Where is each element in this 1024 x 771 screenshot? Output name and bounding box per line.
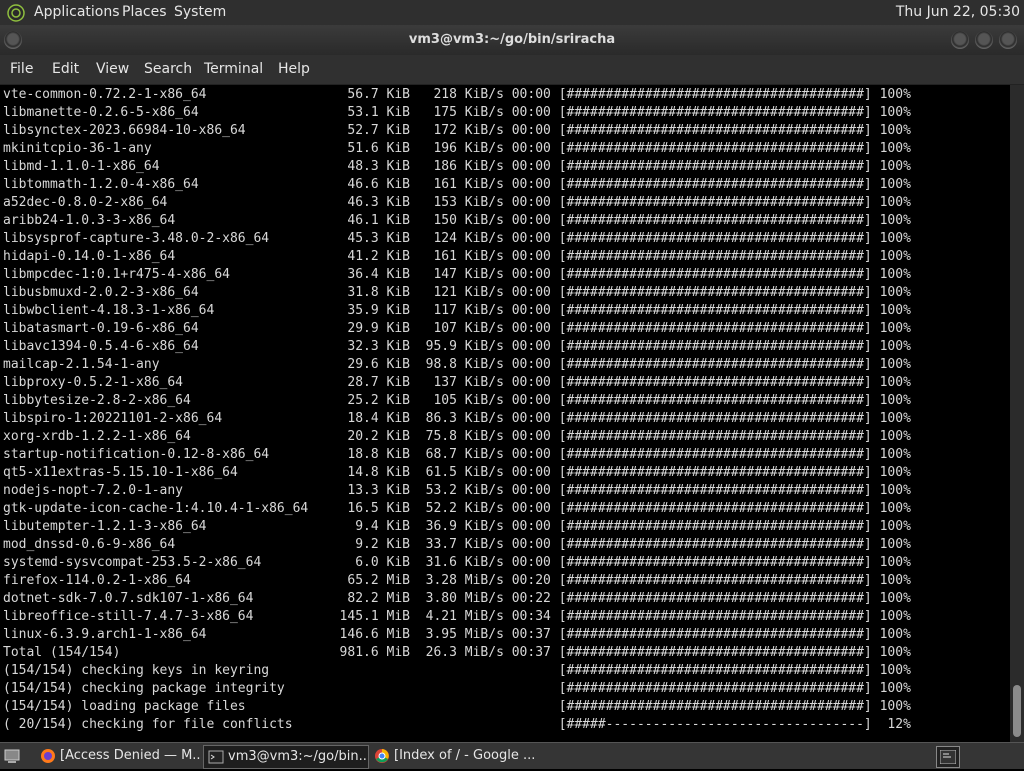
terminal-line: libutempter-1.2.1-3-x86_64 9.4 KiB 36.9 … bbox=[3, 519, 911, 534]
taskbar-item-firefox[interactable]: [Access Denied — M... bbox=[36, 745, 200, 767]
taskbar-item-label: vm3@vm3:~/go/bin... bbox=[228, 749, 369, 764]
terminal-line: firefox-114.0.2-1-x86_64 65.2 MiB 3.28 M… bbox=[3, 573, 911, 588]
menu-view[interactable]: View bbox=[96, 61, 129, 77]
firefox-icon bbox=[41, 748, 55, 763]
clock[interactable]: Thu Jun 22, 05:30 bbox=[896, 4, 1020, 20]
terminal-line: libsysprof-capture-3.48.0-2-x86_64 45.3 … bbox=[3, 231, 911, 246]
terminal-launcher-icon[interactable] bbox=[936, 746, 960, 768]
terminal-line: aribb24-1.0.3-3-x86_64 46.1 KiB 150 KiB/… bbox=[3, 213, 911, 228]
menu-search[interactable]: Search bbox=[144, 61, 192, 77]
terminal-output[interactable]: vte-common-0.72.2-1-x86_64 56.7 KiB 218 … bbox=[0, 85, 1010, 742]
places-menu[interactable]: Places bbox=[122, 4, 167, 20]
terminal-line: nodejs-nopt-7.2.0-1-any 13.3 KiB 53.2 Ki… bbox=[3, 483, 911, 498]
terminal-line: libwbclient-4.18.3-1-x86_64 35.9 KiB 117… bbox=[3, 303, 911, 318]
window-titlebar[interactable]: vm3@vm3:~/go/bin/sriracha bbox=[0, 25, 1024, 55]
window-title: vm3@vm3:~/go/bin/sriracha bbox=[408, 32, 616, 47]
terminal-line: (154/154) checking package integrity [##… bbox=[3, 681, 911, 696]
system-menu[interactable]: System bbox=[174, 4, 226, 20]
terminal-line: libmpcdec-1:0.1+r475-4-x86_64 36.4 KiB 1… bbox=[3, 267, 911, 282]
terminal-text: vte-common-0.72.2-1-x86_64 56.7 KiB 218 … bbox=[3, 86, 911, 734]
gnome-foot-icon[interactable] bbox=[7, 4, 25, 22]
top-panel: Applications Places System Thu Jun 22, 0… bbox=[0, 0, 1024, 25]
terminal-line: vte-common-0.72.2-1-x86_64 56.7 KiB 218 … bbox=[3, 87, 911, 102]
scrollbar-thumb[interactable] bbox=[1013, 685, 1021, 737]
taskbar-item-label: [Index of / - Google ... bbox=[394, 748, 536, 763]
taskbar-item-terminal[interactable]: vm3@vm3:~/go/bin... bbox=[203, 745, 369, 769]
terminal-line: libavc1394-0.5.4-6-x86_64 32.3 KiB 95.9 … bbox=[3, 339, 911, 354]
terminal-line: libatasmart-0.19-6-x86_64 29.9 KiB 107 K… bbox=[3, 321, 911, 336]
terminal-line: libproxy-0.5.2-1-x86_64 28.7 KiB 137 KiB… bbox=[3, 375, 911, 390]
terminal-line: Total (154/154) 981.6 MiB 26.3 MiB/s 00:… bbox=[3, 645, 911, 660]
terminal-line: libspiro-1:20221101-2-x86_64 18.4 KiB 86… bbox=[3, 411, 911, 426]
terminal-line: mailcap-2.1.54-1-any 29.6 KiB 98.8 KiB/s… bbox=[3, 357, 911, 372]
menu-file[interactable]: File bbox=[10, 61, 33, 77]
terminal-line: (154/154) loading package files [#######… bbox=[3, 699, 911, 714]
terminal-line: a52dec-0.8.0-2-x86_64 46.3 KiB 153 KiB/s… bbox=[3, 195, 911, 210]
terminal-line: libreoffice-still-7.4.7-3-x86_64 145.1 M… bbox=[3, 609, 911, 624]
terminal-line: hidapi-0.14.0-1-x86_64 41.2 KiB 161 KiB/… bbox=[3, 249, 911, 264]
terminal-line: libusbmuxd-2.0.2-3-x86_64 31.8 KiB 121 K… bbox=[3, 285, 911, 300]
minimize-icon[interactable] bbox=[951, 31, 969, 49]
terminal-line: libmanette-0.2.6-5-x86_64 53.1 KiB 175 K… bbox=[3, 105, 911, 120]
terminal-line: systemd-sysvcompat-253.5-2-x86_64 6.0 Ki… bbox=[3, 555, 911, 570]
terminal-icon bbox=[208, 750, 224, 763]
terminal-line: gtk-update-icon-cache-1:4.10.4-1-x86_64 … bbox=[3, 501, 911, 516]
terminal-line: mod_dnssd-0.6-9-x86_64 9.2 KiB 33.7 KiB/… bbox=[3, 537, 911, 552]
terminal-scrollbar[interactable] bbox=[1010, 85, 1024, 742]
terminal-line: qt5-x11extras-5.15.10-1-x86_64 14.8 KiB … bbox=[3, 465, 911, 480]
show-desktop-icon[interactable] bbox=[4, 748, 20, 764]
chrome-icon bbox=[375, 748, 389, 763]
applications-menu[interactable]: Applications bbox=[34, 4, 120, 20]
terminal-line: ( 20/154) checking for file conflicts [#… bbox=[3, 717, 911, 732]
maximize-icon[interactable] bbox=[975, 31, 993, 49]
taskbar-item-label: [Access Denied — M... bbox=[60, 748, 200, 763]
taskbar: [Access Denied — M... vm3@vm3:~/go/bin..… bbox=[0, 742, 1024, 769]
terminal-line: linux-6.3.9.arch1-1-x86_64 146.6 MiB 3.9… bbox=[3, 627, 911, 642]
terminal-line: (154/154) checking keys in keyring [####… bbox=[3, 663, 911, 678]
menu-terminal[interactable]: Terminal bbox=[204, 61, 263, 77]
terminal-line: libtommath-1.2.0-4-x86_64 46.6 KiB 161 K… bbox=[3, 177, 911, 192]
terminal-line: libmd-1.1.0-1-x86_64 48.3 KiB 186 KiB/s … bbox=[3, 159, 911, 174]
terminal-line: libsynctex-2023.66984-10-x86_64 52.7 KiB… bbox=[3, 123, 911, 138]
close-icon[interactable] bbox=[999, 31, 1017, 49]
taskbar-item-chrome[interactable]: [Index of / - Google ... bbox=[370, 745, 538, 767]
menu-help[interactable]: Help bbox=[278, 61, 310, 77]
terminal-line: libbytesize-2.8-2-x86_64 25.2 KiB 105 Ki… bbox=[3, 393, 911, 408]
terminal-line: dotnet-sdk-7.0.7.sdk107-1-x86_64 82.2 Mi… bbox=[3, 591, 911, 606]
terminal-line: xorg-xrdb-1.2.2-1-x86_64 20.2 KiB 75.8 K… bbox=[3, 429, 911, 444]
terminal-menubar: File Edit View Search Terminal Help bbox=[0, 55, 1024, 85]
menu-edit[interactable]: Edit bbox=[52, 61, 79, 77]
terminal-line: mkinitcpio-36-1-any 51.6 KiB 196 KiB/s 0… bbox=[3, 141, 911, 156]
terminal-line: startup-notification-0.12-8-x86_64 18.8 … bbox=[3, 447, 911, 462]
